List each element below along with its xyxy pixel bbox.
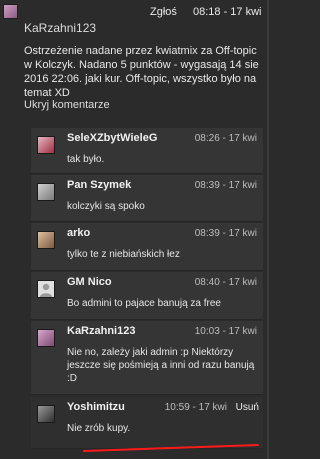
comment-text: Nie zrób kupy. <box>67 423 131 434</box>
comment-timestamp: 08:40 - 17 kwi <box>194 277 257 288</box>
avatar[interactable] <box>37 280 55 298</box>
comment-author[interactable]: Yoshimitzu <box>67 401 125 413</box>
post-author[interactable]: KaRzahni123 <box>24 21 96 35</box>
avatar[interactable] <box>37 136 55 154</box>
comment-author[interactable]: Pan Szymek <box>67 179 131 191</box>
comment-author[interactable]: KaRzahni123 <box>67 325 135 337</box>
report-link[interactable]: Zgłoś <box>150 6 177 18</box>
avatar[interactable] <box>3 4 18 19</box>
comment-author[interactable]: GM Nico <box>67 276 112 288</box>
comment-timestamp: 08:39 - 17 kwi <box>194 180 257 191</box>
comment-item: arko 08:39 - 17 kwi tylko te z niebiańsk… <box>31 223 263 271</box>
comment-timestamp: 08:39 - 17 kwi <box>194 228 257 239</box>
hide-comments-link[interactable]: Ukryj komentarze <box>24 99 110 111</box>
comment-item: Pan Szymek 08:39 - 17 kwi kolczyki są sp… <box>31 175 263 222</box>
delete-comment-link[interactable]: Usuń <box>236 402 259 413</box>
post-body: Ostrzeżenie nadane przez kwiatmix za Off… <box>24 45 259 99</box>
comment-item: GM Nico 08:40 - 17 kwi Bo admini to paja… <box>31 272 263 320</box>
comment-item: KaRzahni123 10:03 - 17 kwi Nie no, zależ… <box>31 321 263 395</box>
comment-text: tylko te z niebiańskich łez <box>67 249 180 260</box>
comment-text: kolczyki są spoko <box>67 201 145 212</box>
avatar[interactable] <box>37 183 55 201</box>
comment-timestamp: 08:26 - 17 kwi <box>194 133 257 144</box>
avatar[interactable] <box>37 405 55 423</box>
comment-author[interactable]: SeleXZbytWieleG <box>67 132 157 144</box>
default-user-icon <box>40 283 52 297</box>
comment-timestamp: 10:59 - 17 kwi <box>164 402 227 413</box>
comment-author[interactable]: arko <box>67 227 90 239</box>
comment-text: Nie no, zależy jaki admin :p Niektórzy j… <box>67 347 255 384</box>
avatar[interactable] <box>37 329 55 347</box>
comment-text: Bo admini to pajace banują za free <box>67 298 221 309</box>
post-timestamp: 08:18 - 17 kwi <box>193 6 262 18</box>
comment-item: Yoshimitzu 10:59 - 17 kwi Usuń Nie zrób … <box>31 397 263 449</box>
avatar[interactable] <box>37 231 55 249</box>
comment-text: tak było. <box>67 154 105 165</box>
comment-item: SeleXZbytWieleG 08:26 - 17 kwi tak było. <box>31 128 263 174</box>
comment-timestamp: 10:03 - 17 kwi <box>194 326 257 337</box>
